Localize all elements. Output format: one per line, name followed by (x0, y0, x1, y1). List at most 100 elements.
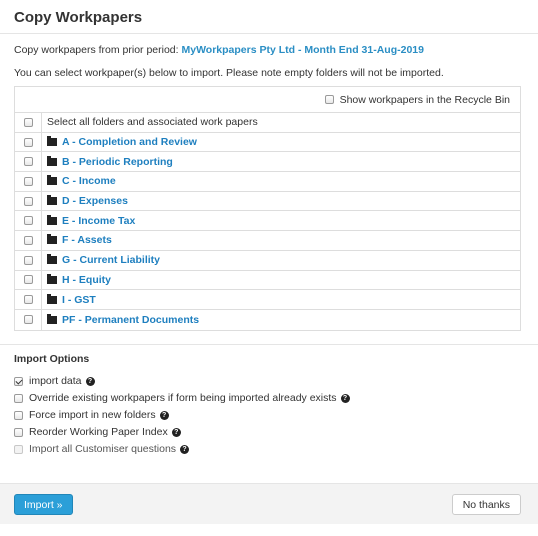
folder-checkbox-cell (15, 211, 42, 231)
folder-row: B - Periodic Reporting (15, 152, 520, 173)
folder-label-cell: H - Equity (42, 273, 111, 286)
folder-checkbox[interactable] (23, 216, 33, 226)
modal-footer: Import » No thanks (0, 483, 538, 524)
help-icon[interactable]: ? (171, 427, 181, 437)
help-icon[interactable]: ? (85, 376, 95, 386)
folder-label-cell: G - Current Liability (42, 254, 160, 266)
import-option-checkbox (14, 444, 23, 454)
folder-link[interactable]: H - Equity (62, 274, 111, 286)
import-option-label: Override existing workpapers if form bei… (29, 392, 337, 404)
options-divider (0, 344, 538, 345)
import-options-heading: Import Options (14, 353, 90, 365)
folder-label-cell: E - Income Tax (42, 214, 135, 227)
folder-link[interactable]: D - Expenses (62, 195, 128, 207)
folder-icon (47, 175, 57, 186)
folder-icon (47, 254, 57, 265)
import-option-label: Force import in new folders (29, 409, 156, 421)
import-option-checkbox[interactable] (14, 410, 23, 420)
folder-checkbox-cell (15, 152, 42, 172)
folder-icon (47, 136, 57, 147)
folder-row: D - Expenses (15, 191, 520, 212)
help-icon[interactable]: ? (180, 444, 190, 454)
import-option-checkbox[interactable] (14, 427, 23, 437)
folder-link[interactable]: E - Income Tax (62, 215, 135, 227)
folder-label-cell: B - Periodic Reporting (42, 155, 173, 168)
folder-row: C - Income (15, 172, 520, 192)
import-option-checkbox[interactable] (14, 376, 23, 386)
intro-prefix: Copy workpapers from prior period: (14, 44, 182, 56)
import-option-label: import data (29, 375, 82, 387)
folder-icon (47, 155, 57, 166)
folder-checkbox[interactable] (23, 137, 33, 147)
folder-icon (47, 214, 57, 225)
folder-row: PF - Permanent Documents (15, 309, 520, 330)
intro-note: You can select workpaper(s) below to imp… (14, 67, 444, 79)
import-option-label: Reorder Working Paper Index (29, 426, 168, 438)
folder-label-cell: C - Income (42, 175, 116, 187)
folder-checkbox-cell (15, 231, 42, 250)
recycle-bin-label: Show workpapers in the Recycle Bin (339, 93, 510, 106)
modal-title: Copy Workpapers (14, 9, 143, 26)
folder-row: F - Assets (15, 231, 520, 251)
folder-row: E - Income Tax (15, 211, 520, 232)
folder-row: I - GST (15, 290, 520, 310)
folder-checkbox[interactable] (23, 315, 33, 325)
folder-icon (47, 313, 57, 324)
folder-label-cell: PF - Permanent Documents (42, 313, 199, 326)
folder-link[interactable]: I - GST (62, 294, 96, 306)
folder-icon (47, 234, 57, 245)
folder-checkbox-cell (15, 250, 42, 270)
no-thanks-button[interactable]: No thanks (451, 494, 521, 515)
select-all-cell (15, 113, 42, 132)
folder-checkbox-cell (15, 172, 42, 191)
recycle-bin-row: Show workpapers in the Recycle Bin (15, 87, 520, 113)
folder-checkbox-cell (15, 290, 42, 309)
import-option-label: Import all Customiser questions (29, 443, 177, 455)
recycle-bin-checkbox[interactable] (324, 95, 334, 104)
select-all-checkbox[interactable] (23, 117, 33, 127)
help-icon[interactable]: ? (340, 393, 350, 403)
folder-row: H - Equity (15, 270, 520, 291)
prior-period-name: MyWorkpapers Pty Ltd - Month End 31-Aug-… (181, 44, 424, 56)
folder-checkbox[interactable] (23, 275, 33, 285)
folder-checkbox-cell (15, 270, 42, 290)
folder-label-cell: D - Expenses (42, 195, 128, 207)
help-icon[interactable]: ? (159, 410, 169, 420)
folder-checkbox-cell (15, 191, 42, 211)
import-button[interactable]: Import » (14, 494, 73, 515)
folder-row: A - Completion and Review (15, 132, 520, 153)
folder-checkbox[interactable] (23, 176, 33, 186)
folder-checkbox[interactable] (23, 157, 33, 167)
folder-checkbox[interactable] (23, 235, 33, 245)
import-option: Reorder Working Paper Index? (14, 426, 181, 438)
select-all-row: Select all folders and associated work p… (15, 113, 520, 133)
folder-list: A - Completion and Review B - Periodic Re… (15, 132, 520, 330)
folder-icon (47, 293, 57, 304)
header-divider (0, 33, 538, 34)
folder-icon (47, 195, 57, 206)
import-option: Force import in new folders? (14, 409, 169, 421)
folder-label-cell: F - Assets (42, 234, 112, 246)
folder-row: G - Current Liability (15, 250, 520, 271)
folder-link[interactable]: G - Current Liability (62, 254, 160, 266)
workpapers-table: Show workpapers in the Recycle Bin Selec… (14, 86, 521, 331)
import-option: import data? (14, 375, 95, 387)
folder-checkbox-cell (15, 309, 42, 330)
folder-link[interactable]: B - Periodic Reporting (62, 156, 173, 168)
folder-checkbox[interactable] (23, 295, 33, 305)
folder-link[interactable]: A - Completion and Review (62, 136, 197, 148)
select-all-label-cell: Select all folders and associated work p… (42, 116, 258, 128)
folder-checkbox[interactable] (23, 255, 33, 265)
import-option: Import all Customiser questions? (14, 443, 190, 455)
folder-link[interactable]: F - Assets (62, 234, 112, 246)
folder-link[interactable]: PF - Permanent Documents (62, 314, 199, 326)
folder-link[interactable]: C - Income (62, 175, 116, 187)
folder-checkbox-cell (15, 132, 42, 152)
intro-line: Copy workpapers from prior period: MyWor… (14, 44, 424, 56)
folder-label-cell: A - Completion and Review (42, 136, 197, 148)
folder-checkbox[interactable] (23, 196, 33, 206)
select-all-label: Select all folders and associated work p… (47, 116, 258, 129)
folder-icon (47, 273, 57, 284)
import-option-checkbox[interactable] (14, 393, 23, 403)
import-option: Override existing workpapers if form bei… (14, 392, 350, 404)
